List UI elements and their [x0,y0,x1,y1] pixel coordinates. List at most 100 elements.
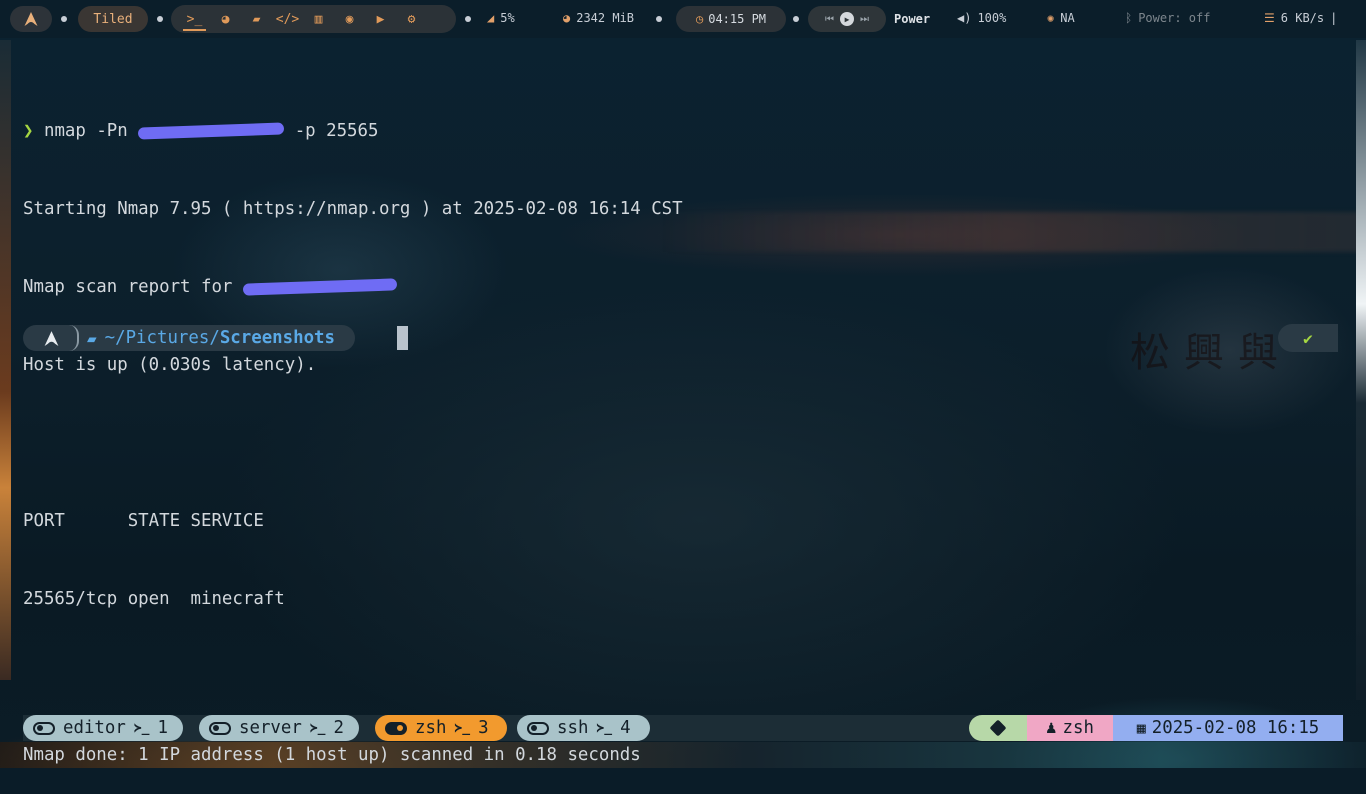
path-current-dir: Screenshots [219,328,335,348]
app-launcher: >_ ◕ ▰ </> ▥ ◉ ▶ ⚙ [171,5,456,33]
cpu-value: 5% [500,11,515,25]
arch-logo-button[interactable] [10,6,52,32]
toggle-icon [527,721,549,735]
network-icon: ☰ [1264,11,1275,25]
toggle-icon [33,721,55,735]
shell-icon: ≻_ [133,720,150,736]
memory-usage[interactable]: ◕ 2342 MiB [563,11,634,25]
output-line: Nmap scan report for [23,274,1123,300]
brightness-icon: ✺ [1047,11,1055,25]
exit-status-ok: ✔ [1278,324,1338,352]
code-icon[interactable]: </> [272,6,303,32]
port-table-row: 25565/tcp open minecraft [23,589,285,609]
separator-dot [465,16,471,22]
redacted-ip [242,278,398,296]
power-menu-label[interactable]: Power [894,12,930,26]
brightness-value: NA [1060,11,1075,25]
current-shell: zsh [1062,718,1094,738]
separator-dot [61,16,67,22]
bluetooth[interactable]: ᛒ Power: off [1125,11,1210,25]
command-suffix: -p 25565 [294,121,379,141]
clock-icon: ◷ [695,12,704,26]
tmux-status-bar: editor ≻_ 1 server ≻_ 2 zsh ≻_ 3 ssh ≻_ … [23,715,1343,741]
git-icon [989,719,1007,737]
separator-bar: | [1330,11,1338,25]
memory-value: 2342 MiB [576,11,635,25]
top-status-bar: Tiled >_ ◕ ▰ </> ▥ ◉ ▶ ⚙ ◢ 5% ◕ 2342 MiB… [0,0,1366,38]
wallpaper-left-edge [0,40,11,680]
chart-icon: ◢ [487,11,495,25]
arch-logo-icon [24,12,38,26]
volume-value: 100% [977,11,1007,25]
datetime-segment: ▦ 2025-02-08 16:15 [1113,715,1343,741]
wallpaper-sign: 松興與 [1130,330,1292,376]
window-index: 1 [157,718,168,738]
bluetooth-value: Power: off [1138,11,1211,25]
youtube-icon[interactable]: ▶ [365,6,396,32]
current-shell-segment: ♟ zsh [1027,715,1113,741]
network-speed[interactable]: ☰ 6 KB/s | [1264,11,1337,25]
speaker-icon: ◀) [957,11,972,25]
window-name: server [239,718,302,738]
prompt-arrow: ❯ [23,121,34,141]
separator-dot [656,16,662,22]
book-icon[interactable]: ▥ [303,6,334,32]
settings-icon[interactable]: ⚙ [396,6,427,32]
previous-track-icon[interactable]: ⏮ [825,14,834,25]
toggle-icon [385,721,407,735]
shell-prompt: ▰ ~/Pictures/Screenshots [23,324,355,352]
window-tab-ssh[interactable]: ssh ≻_ 4 [517,715,650,741]
window-name: editor [63,718,126,738]
firefox-icon[interactable]: ◕ [210,6,241,32]
command-prefix: nmap -Pn [43,121,128,141]
redacted-ip [138,122,285,140]
folder-icon[interactable]: ▰ [241,6,272,32]
output-line: Host is up (0.030s latency). [23,355,317,375]
folder-open-icon: ▰ [87,328,97,348]
terminal-icon[interactable]: >_ [179,6,210,32]
window-tab-server[interactable]: server ≻_ 2 [199,715,359,741]
checkmark-icon: ✔ [1303,328,1313,348]
calendar-icon: ▦ [1136,719,1146,737]
command-line: ❯ nmap -Pn -p 25565 [23,118,1123,144]
play-pause-icon[interactable]: ▶ [840,12,854,26]
prompt-os-segment [23,325,79,351]
window-name: zsh [415,718,447,738]
arch-logo-icon [44,330,58,346]
path-prefix: ~/Pictures/ [104,328,220,348]
shell-icon: ≻_ [596,720,613,736]
pie-chart-icon: ◕ [563,11,571,25]
clock[interactable]: ◷ 04:15 PM [676,6,786,32]
wallpaper-right-edge [1356,40,1366,700]
output-line: Starting Nmap 7.95 ( https://nmap.org ) … [23,199,683,219]
git-segment [969,715,1027,741]
media-controls: ⏮ ▶ ⏭ [808,6,886,32]
text-cursor [397,326,408,350]
clock-value: 04:15 PM [708,12,767,26]
brightness[interactable]: ✺ NA [1047,11,1075,25]
shell-icon: ≻_ [309,720,326,736]
next-track-icon[interactable]: ⏭ [860,14,869,25]
cpu-usage[interactable]: ◢ 5% [487,11,515,25]
network-value: 6 KB/s [1280,11,1325,25]
prompt-path-segment: ▰ ~/Pictures/Screenshots [79,325,355,351]
chat-icon[interactable]: ◉ [334,6,365,32]
window-tab-editor[interactable]: editor ≻_ 1 [23,715,183,741]
toggle-icon [209,721,231,735]
window-index: 4 [620,718,631,738]
separator-dot [793,16,799,22]
window-name: ssh [557,718,589,738]
window-index: 3 [478,718,489,738]
window-tab-zsh[interactable]: zsh ≻_ 3 [375,715,507,741]
separator-dot [157,16,163,22]
volume[interactable]: ◀) 100% [957,11,1006,25]
person-icon: ♟ [1046,718,1057,738]
datetime-value: 2025-02-08 16:15 [1151,718,1320,738]
bluetooth-icon: ᛒ [1125,11,1133,25]
layout-mode-button[interactable]: Tiled [78,6,148,32]
terminal-output[interactable]: ❯ nmap -Pn -p 25565 Starting Nmap 7.95 (… [23,66,1123,794]
window-index: 2 [333,718,344,738]
report-prefix: Nmap scan report for [23,277,233,297]
